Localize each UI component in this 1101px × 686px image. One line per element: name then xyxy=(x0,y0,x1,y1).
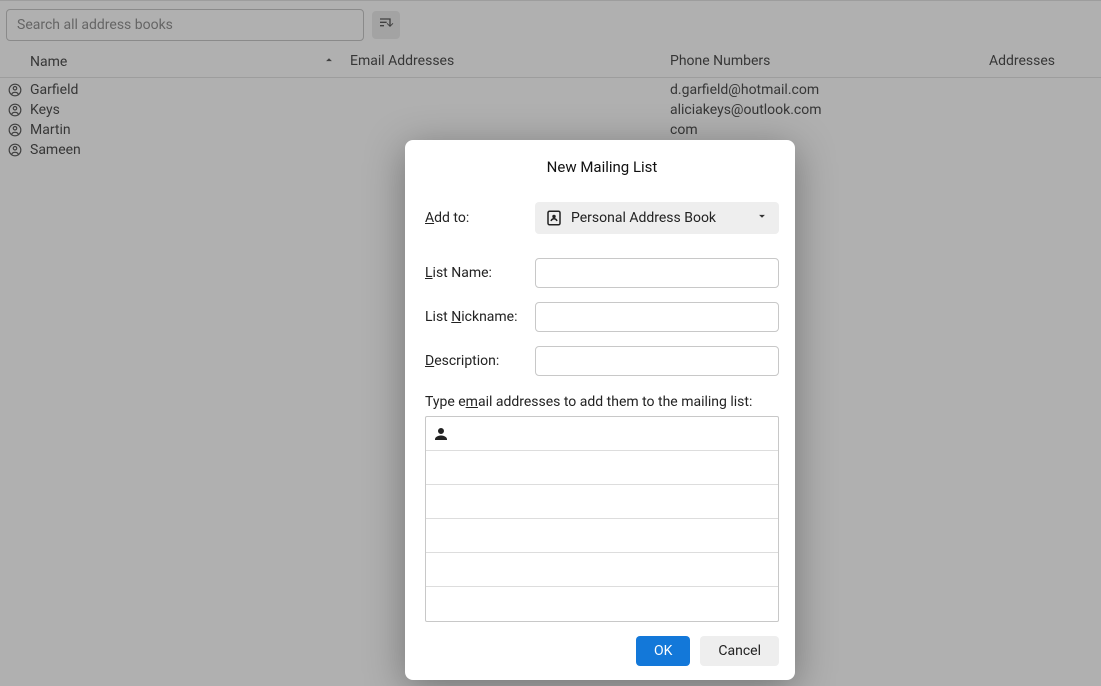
add-to-dropdown[interactable]: Personal Address Book xyxy=(535,202,779,234)
email-input[interactable] xyxy=(432,553,772,586)
new-mailing-list-dialog: New Mailing List Add to: Personal Addres… xyxy=(405,140,795,680)
email-slot[interactable] xyxy=(426,553,778,587)
email-input[interactable] xyxy=(454,417,772,450)
email-slot[interactable] xyxy=(426,519,778,553)
dialog-title: New Mailing List xyxy=(425,158,779,176)
email-input[interactable] xyxy=(432,519,772,552)
list-name-input[interactable] xyxy=(535,258,779,288)
email-address-list xyxy=(425,416,779,622)
add-to-label: Add to: xyxy=(425,210,535,226)
email-input[interactable] xyxy=(432,485,772,518)
list-name-label: List Name: xyxy=(425,265,535,281)
description-input[interactable] xyxy=(535,346,779,376)
dialog-buttons: OK Cancel xyxy=(425,636,779,666)
email-input[interactable] xyxy=(432,587,772,621)
email-slot[interactable] xyxy=(426,417,778,451)
cancel-button[interactable]: Cancel xyxy=(700,636,779,666)
address-book-icon xyxy=(545,209,563,227)
email-slot[interactable] xyxy=(426,485,778,519)
person-icon xyxy=(432,425,450,443)
list-nickname-label: List Nickname: xyxy=(425,309,535,325)
add-to-value: Personal Address Book xyxy=(571,210,716,226)
email-hint: Type email addresses to add them to the … xyxy=(425,394,779,410)
chevron-down-icon xyxy=(755,209,769,227)
list-nickname-input[interactable] xyxy=(535,302,779,332)
email-slot[interactable] xyxy=(426,451,778,485)
email-slot[interactable] xyxy=(426,587,778,621)
description-label: Description: xyxy=(425,353,535,369)
email-input[interactable] xyxy=(432,451,772,484)
ok-button[interactable]: OK xyxy=(636,636,690,666)
